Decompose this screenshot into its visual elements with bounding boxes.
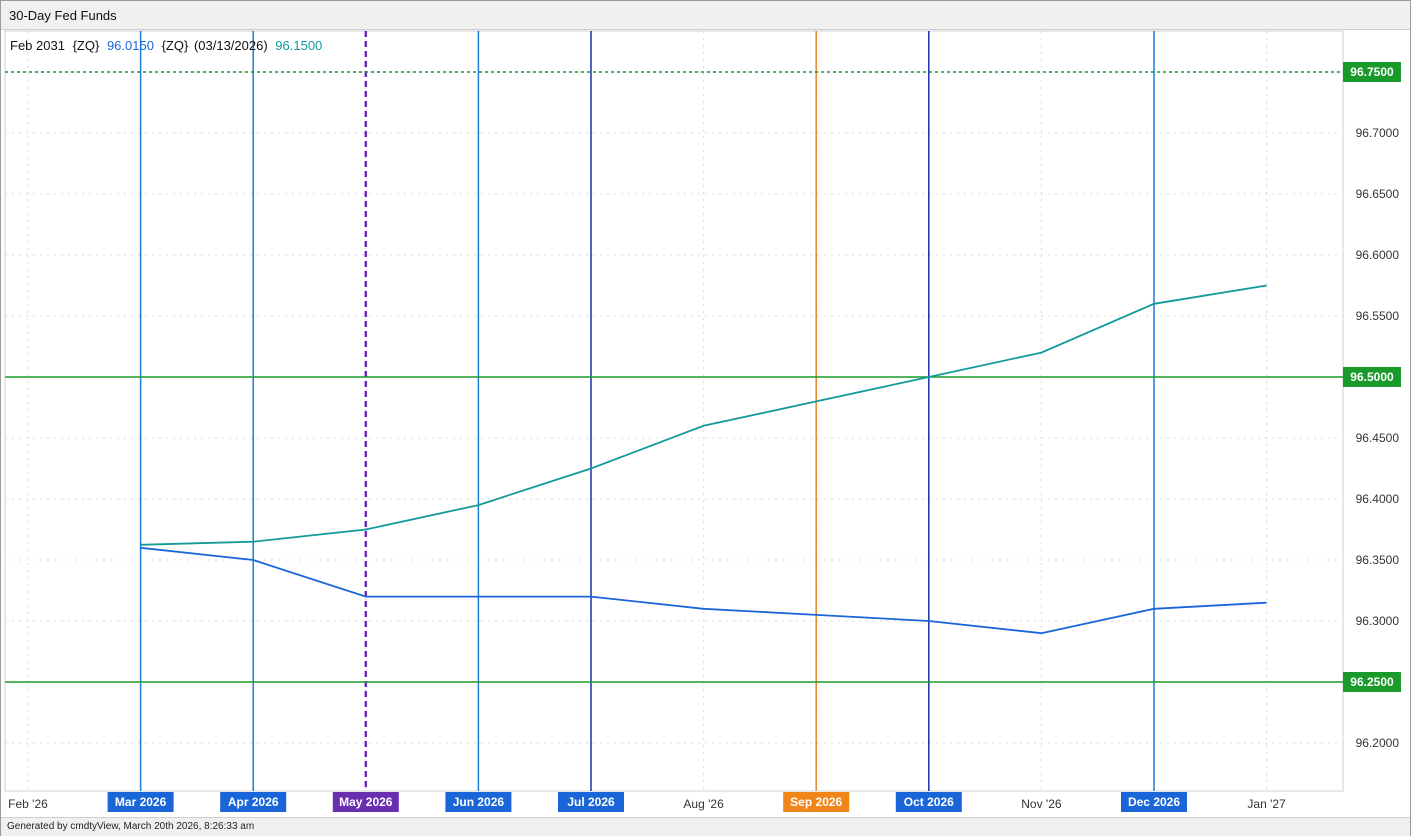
y-tick-label: 96.6000 bbox=[1356, 248, 1400, 262]
x-tick-label: Dec 2026 bbox=[1128, 795, 1180, 809]
svg-text:Feb 2031 {ZQ}: Feb 2031 {ZQ} 96.0150 {ZQ} (03/13/2026) … bbox=[10, 38, 322, 53]
reference-value-label: 96.5000 bbox=[1350, 370, 1394, 384]
y-tick-label: 96.2000 bbox=[1356, 736, 1400, 750]
x-tick-label: Sep 2026 bbox=[790, 795, 842, 809]
legend-value-a: 96.0150 bbox=[107, 38, 154, 53]
x-tick-label: Jul 2026 bbox=[567, 795, 615, 809]
chart-window: 30-Day Fed Funds 96.200096.250096.300096… bbox=[0, 0, 1411, 836]
legend-symbol-a: {ZQ} bbox=[73, 38, 100, 53]
x-tick-label: Feb '26 bbox=[8, 797, 48, 811]
x-axis: Feb '26 Mar 2026 Apr 2026 May 2026 Jun 2026 J… bbox=[8, 792, 1286, 812]
x-tick-label: Jun 2026 bbox=[453, 795, 505, 809]
y-tick-label: 96.3500 bbox=[1356, 553, 1400, 567]
legend-value-b: 96.1500 bbox=[275, 38, 322, 53]
reference-value-label: 96.7500 bbox=[1350, 65, 1394, 79]
chart-svg[interactable]: 96.2000 96.2500 96.3000 96.3500 96.4000 96.45… bbox=[1, 1, 1410, 817]
legend: Feb 2031 {ZQ} 96.0150 {ZQ} (03/13/2026) … bbox=[10, 38, 322, 53]
y-tick-label: 96.3000 bbox=[1356, 614, 1400, 628]
x-tick-label: Oct 2026 bbox=[904, 795, 954, 809]
y-tick-label: 96.7000 bbox=[1356, 126, 1400, 140]
reference-value-label: 96.2500 bbox=[1350, 675, 1394, 689]
legend-contract: Feb 2031 bbox=[10, 38, 65, 53]
y-axis: 96.2000 96.2500 96.3000 96.3500 96.4000 96.45… bbox=[1343, 62, 1401, 750]
legend-date-b: (03/13/2026) bbox=[194, 38, 268, 53]
x-tick-label: Apr 2026 bbox=[228, 795, 279, 809]
footer-bar: Generated by cmdtyView, March 20th 2026,… bbox=[1, 817, 1410, 836]
x-tick-label: Nov '26 bbox=[1021, 797, 1062, 811]
footer-text: Generated by cmdtyView, March 20th 2026,… bbox=[7, 821, 255, 832]
legend-symbol-b: {ZQ} bbox=[162, 38, 189, 53]
x-tick-label: Aug '26 bbox=[683, 797, 724, 811]
y-tick-label: 96.4000 bbox=[1356, 492, 1400, 506]
y-tick-label: 96.5500 bbox=[1356, 309, 1400, 323]
y-tick-label: 96.6500 bbox=[1356, 187, 1400, 201]
x-tick-label: Mar 2026 bbox=[115, 795, 167, 809]
gridlines bbox=[4, 30, 1344, 792]
y-tick-label: 96.4500 bbox=[1356, 431, 1400, 445]
x-tick-label: May 2026 bbox=[339, 795, 393, 809]
plot-area bbox=[4, 30, 1344, 792]
x-tick-label: Jan '27 bbox=[1247, 797, 1286, 811]
